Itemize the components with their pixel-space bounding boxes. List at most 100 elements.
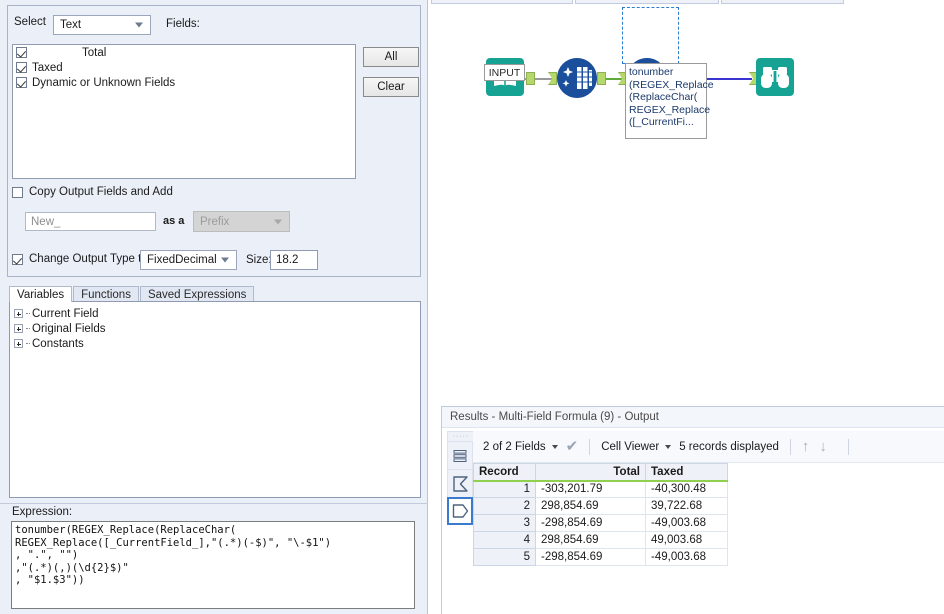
- workflow-canvas[interactable]: INPUT tonumber (REGEX_Replace (ReplaceCh…: [429, 0, 944, 406]
- list-item[interactable]: Dynamic or Unknown Fields: [13, 75, 355, 90]
- select-all-button[interactable]: All: [363, 47, 419, 67]
- variables-tree[interactable]: Current Field Original Fields Constants: [9, 301, 421, 498]
- rail-tab-input[interactable]: [447, 469, 473, 497]
- output-type-dropdown[interactable]: FixedDecimal: [140, 250, 237, 270]
- cell-record: 5: [473, 548, 536, 566]
- alteryx-window: Select Text Fields: Total Taxed Dynamic …: [0, 0, 944, 614]
- tab-saved-expressions[interactable]: Saved Expressions: [139, 286, 255, 302]
- results-table: Record Total Taxed 1 -303,201.79 -40,300…: [473, 463, 728, 566]
- list-item[interactable]: Taxed: [13, 60, 355, 75]
- cell-viewer-label[interactable]: Cell Viewer: [601, 441, 659, 453]
- chevron-down-icon: [135, 22, 144, 28]
- expand-plus-icon[interactable]: [14, 309, 23, 318]
- scroll-down-icon[interactable]: ↓: [819, 439, 827, 454]
- results-grid[interactable]: Record Total Taxed 1 -303,201.79 -40,300…: [473, 463, 944, 614]
- canvas-tab-stub[interactable]: [431, 0, 573, 4]
- expand-plus-icon[interactable]: [14, 324, 23, 333]
- divider: [0, 503, 428, 504]
- sigma-input-icon: [452, 475, 468, 492]
- table-row[interactable]: 4 298,854.69 49,003.68: [473, 531, 728, 549]
- as-a-label: as a: [163, 215, 185, 227]
- browse-tool-icon: [756, 58, 794, 96]
- select-tool-icon: [557, 58, 597, 98]
- canvas-tab-stub[interactable]: [575, 0, 719, 4]
- cell-total: -303,201.79: [535, 480, 646, 498]
- fields-label: Fields:: [166, 18, 200, 30]
- output-anchor-icon: [452, 504, 468, 518]
- change-output-type-checkbox[interactable]: [12, 253, 23, 265]
- field-checkbox[interactable]: [16, 47, 27, 58]
- select-type-value: Text: [60, 19, 82, 31]
- expression-label: Expression:: [12, 506, 73, 518]
- output-type-value: FixedDecimal: [147, 254, 217, 266]
- fields-count-label[interactable]: 2 of 2 Fields: [483, 441, 546, 453]
- table-header-row: Record Total Taxed: [473, 463, 728, 482]
- select-tool[interactable]: [557, 58, 597, 98]
- cell-total: -298,854.69: [535, 514, 646, 532]
- results-toolbar: 2 of 2 Fields ✔ Cell Viewer 5 records di…: [473, 431, 944, 463]
- cell-taxed: -40,300.48: [645, 480, 728, 498]
- rail-tab-output[interactable]: [447, 497, 473, 525]
- column-header-total[interactable]: Total: [535, 463, 646, 482]
- cell-record: 2: [473, 497, 536, 515]
- table-row[interactable]: 2 298,854.69 39,722.68: [473, 497, 728, 515]
- column-header-record[interactable]: Record: [473, 463, 536, 482]
- cell-record: 3: [473, 514, 536, 532]
- prefix-value: Prefix: [200, 215, 230, 228]
- output-port[interactable]: [597, 72, 606, 85]
- rail-tab-all-messages[interactable]: [447, 441, 473, 469]
- field-label: Dynamic or Unknown Fields: [32, 76, 176, 89]
- cell-taxed: 49,003.68: [645, 531, 728, 549]
- browse-tool[interactable]: [756, 58, 794, 96]
- scroll-up-icon[interactable]: ↑: [802, 439, 810, 454]
- select-type-dropdown[interactable]: Text: [53, 15, 151, 35]
- check-icon[interactable]: ✔: [566, 439, 579, 454]
- input-node-label: INPUT: [484, 64, 525, 81]
- expression-tabs: Variables Functions Saved Expressions: [9, 285, 255, 302]
- expand-plus-icon[interactable]: [14, 339, 23, 348]
- clear-selection-button[interactable]: Clear: [363, 77, 419, 97]
- toolbar-separator: [589, 438, 591, 455]
- expression-editor[interactable]: tonumber(REGEX_Replace(ReplaceChar( REGE…: [11, 521, 415, 609]
- new-field-name-input[interactable]: New_: [25, 212, 156, 231]
- tab-functions[interactable]: Functions: [73, 286, 139, 302]
- change-output-type-row[interactable]: Change Output Type to: [12, 253, 148, 265]
- chevron-down-icon: [221, 257, 230, 263]
- column-header-taxed[interactable]: Taxed: [645, 463, 728, 482]
- records-displayed-label: 5 records displayed: [679, 440, 779, 453]
- field-checkbox[interactable]: [16, 77, 27, 88]
- tree-item-label: Current Field: [32, 307, 99, 320]
- results-side-rail: ·····: [447, 431, 475, 614]
- output-port[interactable]: [526, 72, 535, 85]
- table-row[interactable]: 3 -298,854.69 -49,003.68: [473, 514, 728, 532]
- tree-item[interactable]: Constants: [14, 336, 420, 351]
- cell-taxed: -49,003.68: [645, 548, 728, 566]
- table-row[interactable]: 5 -298,854.69 -49,003.68: [473, 548, 728, 566]
- tree-connector: [26, 328, 30, 329]
- tab-variables[interactable]: Variables: [9, 286, 73, 302]
- tool-annotation-text: tonumber (REGEX_Replace (ReplaceChar( RE…: [629, 66, 714, 129]
- selection-marquee: [622, 7, 679, 64]
- change-output-type-label: Change Output Type to: [29, 253, 148, 265]
- select-label: Select: [14, 16, 46, 28]
- list-icon: [453, 449, 467, 462]
- chevron-down-icon[interactable]: [551, 444, 558, 449]
- binoculars-icon: [761, 67, 789, 88]
- results-title: Results - Multi-Field Formula (9) - Outp…: [442, 407, 944, 428]
- chevron-down-icon[interactable]: [665, 444, 672, 449]
- tree-item[interactable]: Current Field: [14, 306, 420, 321]
- prefix-suffix-dropdown[interactable]: Prefix: [193, 211, 290, 232]
- size-label: Size:: [246, 254, 272, 266]
- tree-item[interactable]: Original Fields: [14, 321, 420, 336]
- cell-record: 1: [473, 480, 536, 498]
- table-row[interactable]: 1 -303,201.79 -40,300.48: [473, 480, 728, 498]
- fields-list[interactable]: Total Taxed Dynamic or Unknown Fields: [12, 44, 356, 179]
- field-checkbox[interactable]: [16, 62, 27, 73]
- rail-drag-handle[interactable]: ·····: [447, 431, 475, 441]
- copy-output-fields-row[interactable]: Copy Output Fields and Add: [12, 186, 173, 198]
- canvas-tab-stub[interactable]: [721, 0, 844, 4]
- size-input[interactable]: 18.2: [270, 250, 318, 270]
- cell-total: 298,854.69: [535, 497, 646, 515]
- list-item[interactable]: Total: [13, 45, 355, 60]
- copy-output-checkbox[interactable]: [12, 186, 23, 198]
